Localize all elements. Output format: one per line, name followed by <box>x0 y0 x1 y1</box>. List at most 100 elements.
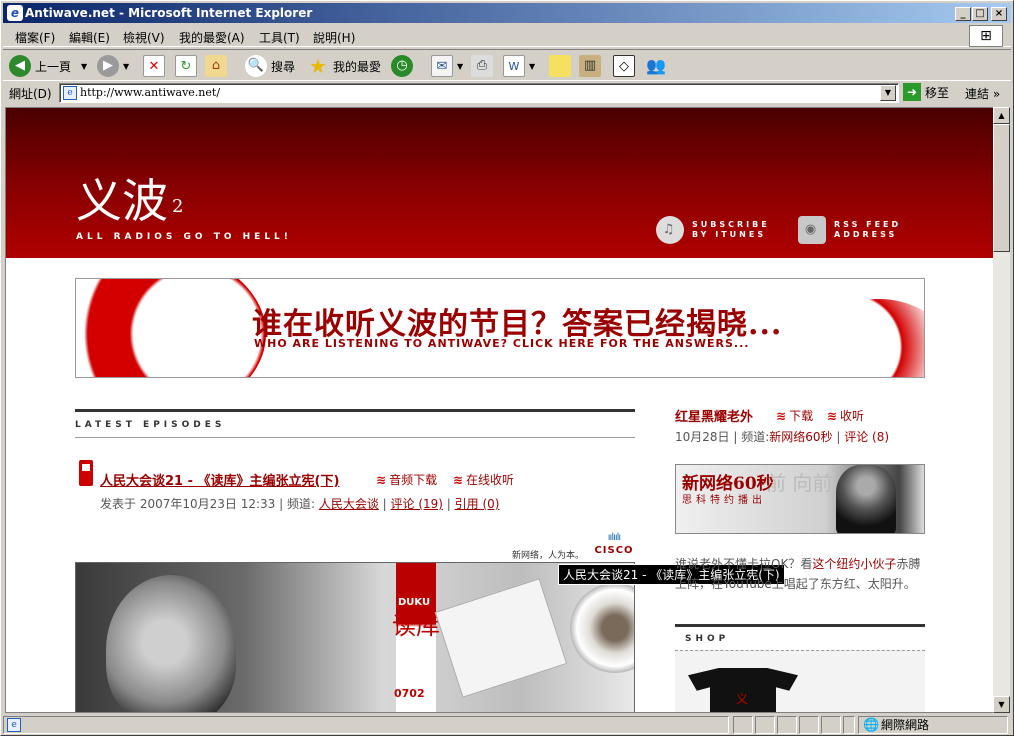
scroll-thumb[interactable] <box>993 124 1010 252</box>
mail-dropdown-icon[interactable]: ▼ <box>457 62 463 71</box>
rss-line1: RSS FEED <box>834 220 902 229</box>
sidebar-meta-sep: | <box>832 430 845 444</box>
favorites-label: 我的最愛 <box>333 59 382 74</box>
edit-button[interactable]: W ▼ <box>503 54 535 78</box>
sponsor-tagline: 新网络，人为本。 <box>512 551 585 561</box>
duku-en-text: DUKU <box>398 597 431 608</box>
status-panel-3 <box>777 716 797 734</box>
subscribe-itunes-link[interactable]: ♫ SUBSCRIBE BY ITUNES <box>656 216 770 244</box>
banner-headline-en: WHO ARE LISTENING TO ANTIWAVE? CLICK HER… <box>254 337 750 350</box>
status-page-icon: e <box>7 718 21 732</box>
vertical-scrollbar[interactable]: ▲ ▼ <box>993 107 1010 713</box>
scroll-down-icon[interactable]: ▼ <box>993 696 1010 713</box>
stop-icon: ✕ <box>143 55 165 77</box>
listen-wave-icon: ≋ <box>452 473 463 487</box>
address-url[interactable]: http://www.antiwave.net/ <box>80 86 220 99</box>
sidebar-download-link[interactable]: 下载 <box>789 409 813 423</box>
sidebar-comments-link[interactable]: 评论 (8) <box>844 430 889 444</box>
episode-sep2: | <box>442 497 455 511</box>
menu-help[interactable]: 說明(H) <box>313 29 355 46</box>
favorites-button[interactable]: ★ 我的最愛 <box>307 54 381 78</box>
coffee-cup <box>570 583 634 673</box>
stop-button[interactable]: ✕ <box>143 54 169 78</box>
side-listen-wave-icon: ≋ <box>826 409 837 423</box>
refresh-icon: ↻ <box>175 55 197 77</box>
menu-favorites[interactable]: 我的最愛(A) <box>179 29 245 46</box>
menu-tools[interactable]: 工具(T) <box>259 29 300 46</box>
sidebar-promo-image[interactable]: 前 向前 向 新网络60秒 思科特约播出 <box>675 464 925 534</box>
print-button[interactable]: ⎙ <box>471 54 497 78</box>
ipod-icon <box>79 460 93 486</box>
sidebar-listen-link[interactable]: 收听 <box>840 409 864 423</box>
address-dropdown-icon[interactable]: ▼ <box>880 85 896 101</box>
episode-photo[interactable]: DUKU 读库 0702 <box>75 562 635 712</box>
forward-button[interactable]: ▶ ▼ <box>97 54 129 78</box>
menu-view[interactable]: 檢視(V) <box>123 29 165 46</box>
address-input[interactable]: e http://www.antiwave.net/ ▼ <box>59 83 899 103</box>
status-panel-6 <box>843 716 855 734</box>
back-arrow-icon: ◀ <box>9 55 31 77</box>
discuss-button[interactable] <box>549 54 575 78</box>
refresh-button[interactable]: ↻ <box>175 54 201 78</box>
site-logo[interactable]: 义波 2 <box>76 176 183 226</box>
messenger-button[interactable]: 👥 <box>645 54 671 78</box>
status-panel-4 <box>799 716 819 734</box>
rss-feed-link[interactable]: ◉ RSS FEED ADDRESS <box>798 216 901 244</box>
home-button[interactable]: ⌂ <box>205 54 231 78</box>
sidebar-episode-title-link[interactable]: 红星黑耀老外 <box>675 406 753 425</box>
search-button[interactable]: 🔍 搜尋 <box>245 54 295 78</box>
edit-dropdown-icon[interactable]: ▼ <box>529 62 535 71</box>
site-logo-sup: 2 <box>172 196 184 217</box>
episode-channel-link[interactable]: 人民大会谈 <box>319 497 379 511</box>
shop-divider <box>675 624 925 627</box>
promo-subtitle: 思科特约播出 <box>682 495 766 506</box>
address-label: 網址(D) <box>9 87 52 101</box>
search-label: 搜尋 <box>271 59 296 74</box>
itunes-line2: BY ITUNES <box>692 230 767 239</box>
site-slogan: ALL RADIOS GO TO HELL! <box>76 232 292 242</box>
word-edit-icon: W <box>503 55 525 77</box>
episode-trackbacks-link[interactable]: 引用 (0) <box>455 497 500 511</box>
star-icon: ★ <box>309 54 327 78</box>
status-panel-5 <box>821 716 841 734</box>
search-icon: 🔍 <box>245 55 267 77</box>
tshirt-logo-mark: 义 <box>736 692 749 706</box>
forward-dropdown-icon[interactable]: ▼ <box>123 62 129 71</box>
messenger-frame-button[interactable]: ◇ <box>613 54 639 78</box>
audio-wave-icon: ≋ <box>376 473 387 487</box>
minimize-button[interactable]: _ <box>955 7 971 21</box>
cisco-wordmark: CISCO <box>594 545 634 556</box>
go-label: 移至 <box>925 85 950 100</box>
itunes-icon: ♫ <box>656 216 684 244</box>
history-button[interactable]: ◷ <box>391 54 417 78</box>
forward-arrow-icon: ▶ <box>97 55 119 77</box>
toolbar: ◀ 上一頁 ▼ ▶ ▼ ✕ ↻ ⌂ 🔍 搜尋 ★ 我的最愛 ◷ ✉ ▼ ⎙ W … <box>3 49 1011 81</box>
survey-banner[interactable]: 谁在收听义波的节目？答案已经揭晓... WHO ARE LISTENING TO… <box>75 278 925 378</box>
go-button[interactable]: ➜ 移至 <box>903 83 949 101</box>
frame-icon: ◇ <box>613 55 635 77</box>
cisco-logo[interactable]: ıılıılı CISCO <box>592 531 636 556</box>
episode-title-link[interactable]: 人民大会谈21 - 《读库》主编张立宪(下) <box>100 470 339 489</box>
summary-link[interactable]: 这个纽约小伙子 <box>812 557 896 571</box>
episode-sep1: | <box>378 497 391 511</box>
scroll-up-icon[interactable]: ▲ <box>993 107 1010 124</box>
guest-portrait <box>106 575 236 712</box>
sidebar-channel-link[interactable]: 新网络60秒 <box>769 430 832 444</box>
back-button[interactable]: ◀ 上一頁 ▼ <box>9 54 87 78</box>
online-listen-link[interactable]: 在线收听 <box>466 473 514 487</box>
mail-button[interactable]: ✉ ▼ <box>431 54 463 78</box>
episode-comments-link[interactable]: 评论 (19) <box>391 497 443 511</box>
home-icon: ⌂ <box>205 55 227 77</box>
menu-edit[interactable]: 編輯(E) <box>69 29 110 46</box>
audio-download-link[interactable]: 音频下载 <box>389 473 437 487</box>
duku-cn-text: 读库 <box>392 612 440 640</box>
back-dropdown-icon[interactable]: ▼ <box>81 62 87 71</box>
red-ribbon-left <box>76 279 266 377</box>
research-button[interactable]: ▥ <box>579 54 605 78</box>
menu-file[interactable]: 檔案(F) <box>15 29 55 46</box>
maximize-button[interactable]: □ <box>972 7 988 21</box>
episode-posted: 发表于 2007年10月23日 12:33 | 频道: <box>100 497 319 511</box>
title-bar: e Antiwave.net - Microsoft Internet Expl… <box>3 3 1011 23</box>
links-button[interactable]: 連結 » <box>965 85 1000 102</box>
close-button[interactable]: × <box>991 7 1007 21</box>
